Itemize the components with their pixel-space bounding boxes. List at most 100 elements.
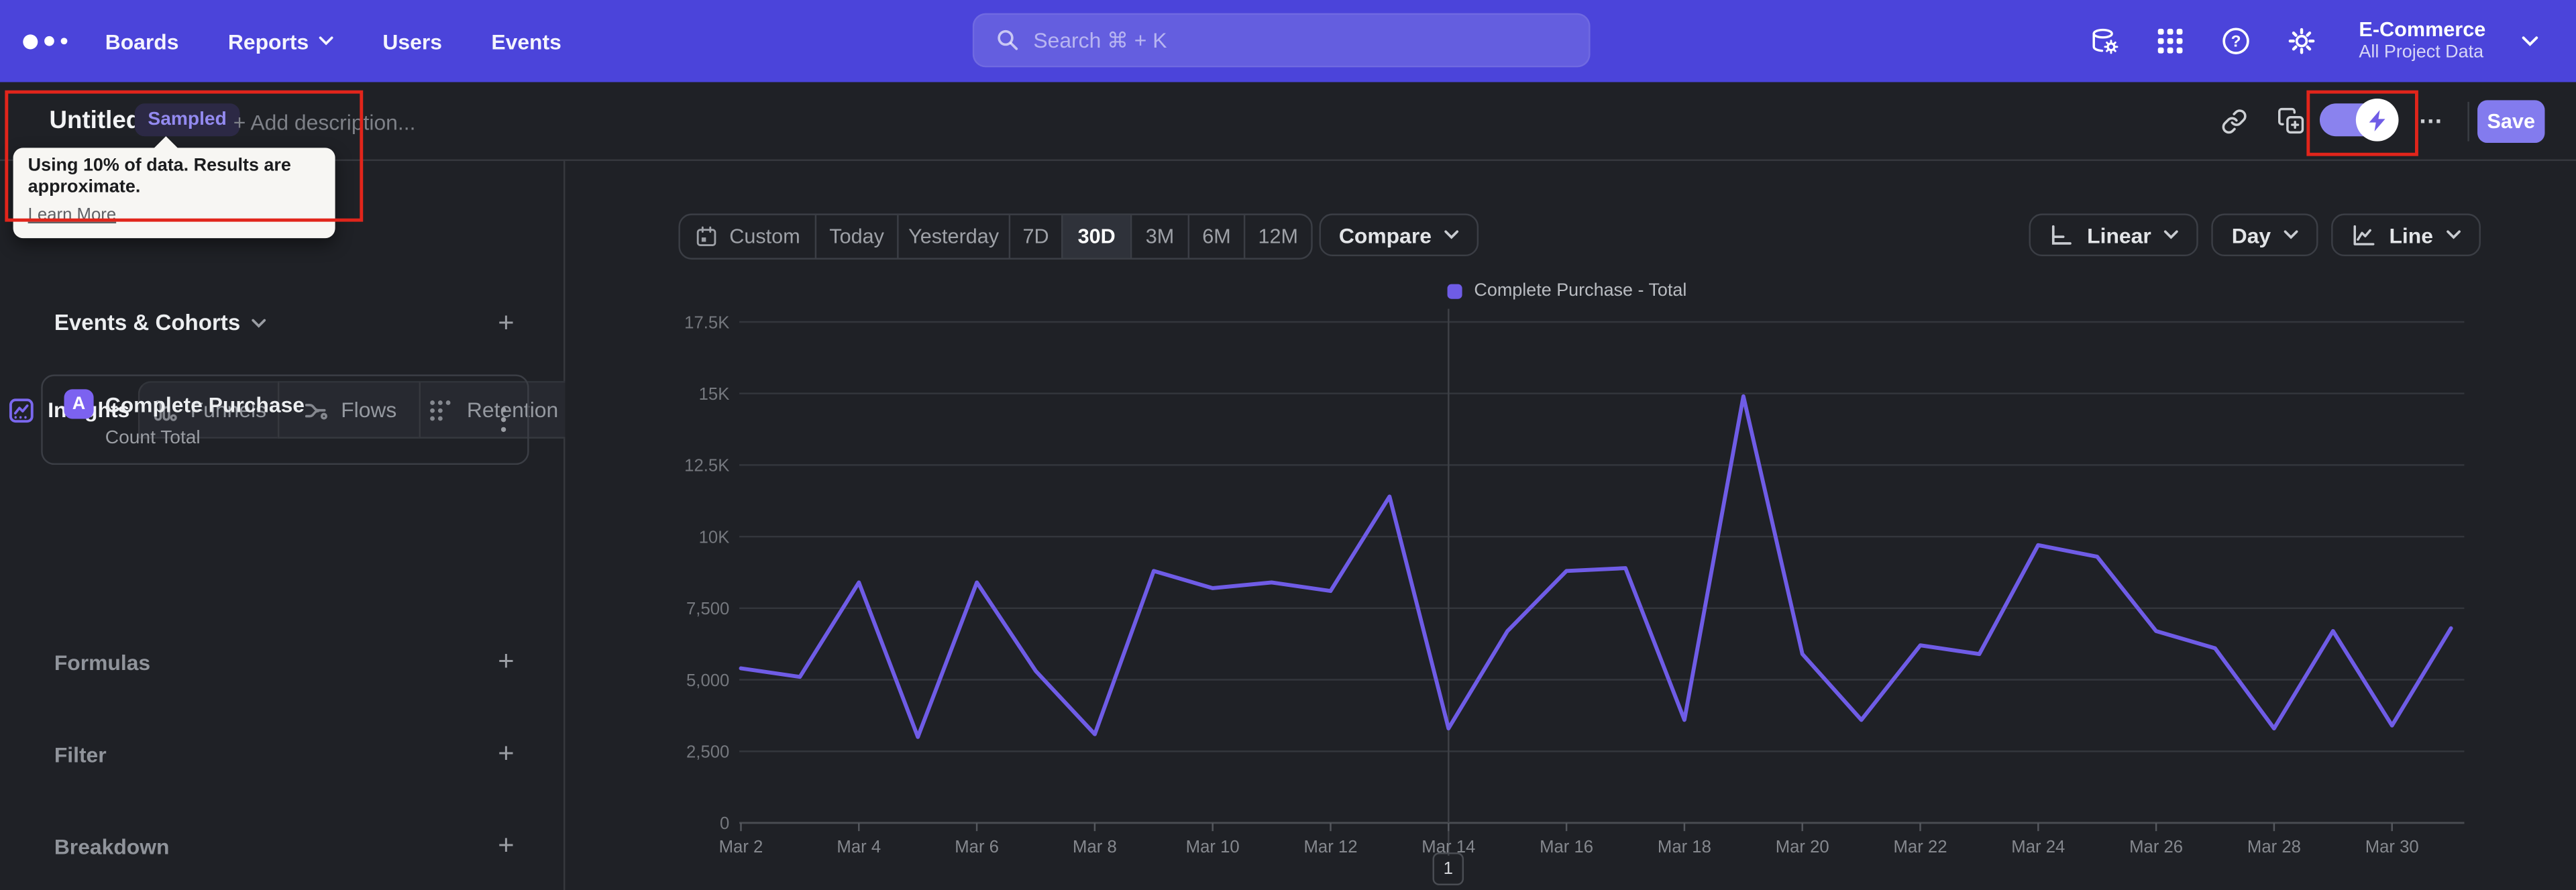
x-tick-label: Mar 12 <box>1304 838 1358 856</box>
range-custom[interactable]: Custom <box>680 215 815 258</box>
chevron-down-icon <box>252 318 266 328</box>
data-management-icon[interactable] <box>2090 26 2119 56</box>
range-6m[interactable]: 6M <box>1187 215 1244 258</box>
scale-dropdown[interactable]: Linear <box>2029 213 2199 257</box>
add-description-field[interactable]: + Add description... <box>233 110 416 135</box>
report-header: Untitled Sampled + Add description... … … <box>0 82 2576 162</box>
top-nav: Boards Reports Users Events Search ⌘ + K… <box>0 0 2576 82</box>
y-tick-label: 15K <box>699 385 730 404</box>
chevron-down-icon <box>2164 230 2179 240</box>
section-label: Filter <box>54 741 107 767</box>
search-input[interactable]: Search ⌘ + K <box>972 13 1591 68</box>
y-tick-label: 7,500 <box>686 600 729 618</box>
range-12m[interactable]: 12M <box>1243 215 1311 258</box>
share-link-icon[interactable] <box>2221 109 2247 135</box>
nav-item-boards[interactable]: Boards <box>105 29 179 54</box>
chevron-down-icon <box>2447 230 2461 240</box>
sampling-tooltip: Using 10% of data. Results are approxima… <box>13 148 335 239</box>
section-label: Formulas <box>54 649 151 675</box>
help-icon[interactable]: ? <box>2221 26 2251 56</box>
search-icon <box>996 28 1020 53</box>
x-tick-label: Mar 30 <box>2365 838 2419 856</box>
tooltip-text: Using 10% of data. Results are approxima… <box>28 156 291 197</box>
y-tick-label: 0 <box>720 814 729 833</box>
x-tick-label: Mar 22 <box>1894 838 1947 856</box>
range-30d[interactable]: 30D <box>1061 215 1130 258</box>
event-name[interactable]: Complete Purchase <box>105 392 305 417</box>
nav-item-events[interactable]: Events <box>491 29 561 54</box>
event-kebab-menu-icon[interactable] <box>500 407 506 412</box>
event-letter-badge: A <box>64 389 94 419</box>
legend-swatch <box>1448 283 1463 298</box>
section-breakdown: Breakdown + <box>54 831 515 860</box>
more-options-button[interactable]: … <box>2418 102 2445 130</box>
event-metric[interactable]: Count Total <box>105 429 201 448</box>
series-line <box>739 394 2453 739</box>
x-tick-label: Mar 4 <box>837 838 881 856</box>
range-7d[interactable]: 7D <box>1008 215 1061 258</box>
nav-menus: Boards Reports Users Events <box>105 0 561 82</box>
project-selector[interactable]: E-Commerce All Project Data <box>2359 19 2485 63</box>
x-tick-label: Mar 8 <box>1073 838 1117 856</box>
x-tick-label: Mar 2 <box>719 838 763 856</box>
calendar-icon <box>695 225 718 248</box>
compare-button[interactable]: Compare <box>1319 213 1479 257</box>
events-cohorts-header[interactable]: Events & Cohorts <box>54 311 267 335</box>
sampling-toggle[interactable] <box>2319 98 2399 142</box>
search-placeholder: Search ⌘ + K <box>1033 27 1167 52</box>
x-tick-label: Mar 10 <box>1186 838 1240 856</box>
chart-legend[interactable]: Complete Purchase - Total <box>657 281 2477 300</box>
chart-type-dropdown[interactable]: Line <box>2331 213 2481 257</box>
mixpanel-logo-icon[interactable] <box>23 0 68 82</box>
add-event-button[interactable]: + <box>498 308 514 336</box>
event-card[interactable]: A Complete Purchase Count Total <box>41 374 529 465</box>
y-tick-label: 17.5K <box>684 313 729 332</box>
project-chevron-down-icon[interactable] <box>2522 36 2538 47</box>
chart-area: Custom Today Yesterday 7D 30D 3M 6M 12M Compare… <box>565 160 2576 890</box>
legend-label: Complete Purchase - Total <box>1474 280 1687 301</box>
apps-grid-icon[interactable] <box>2155 26 2185 56</box>
app-window: Boards Reports Users Events Search ⌘ + K… <box>0 0 2576 890</box>
duplicate-icon[interactable] <box>2277 107 2305 135</box>
y-tick-label: 2,500 <box>686 743 729 762</box>
add-breakdown-button[interactable]: + <box>498 831 514 859</box>
settings-gear-icon[interactable] <box>2287 26 2316 56</box>
x-tick-label: Mar 6 <box>955 838 999 856</box>
x-tick-label: Mar 16 <box>1540 838 1593 856</box>
y-tick-label: 10K <box>699 528 730 547</box>
nav-item-users[interactable]: Users <box>382 29 442 54</box>
lightning-bolt-icon <box>2355 98 2399 142</box>
x-tick-label: Mar 20 <box>1776 838 1829 856</box>
query-builder-panel: Insights Funnels Flows Retention Events … <box>0 159 566 890</box>
section-filter: Filter + <box>54 739 515 769</box>
range-3m[interactable]: 3M <box>1130 215 1188 258</box>
chevron-down-icon <box>2284 230 2299 240</box>
chevron-down-icon <box>1445 230 1460 240</box>
chart-display-controls: Linear Day Line <box>2029 213 2481 257</box>
nav-item-reports[interactable]: Reports <box>228 29 333 54</box>
learn-more-link[interactable]: Learn More <box>28 205 117 225</box>
section-formulas: Formulas + <box>54 647 515 677</box>
add-filter-button[interactable]: + <box>498 739 514 767</box>
nav-right: ? E-Commerce All Project Data <box>2090 0 2538 82</box>
pagination-page-1[interactable]: 1 <box>1432 852 1464 886</box>
line-chart-icon <box>2351 223 2376 247</box>
report-title[interactable]: Untitled <box>49 107 141 135</box>
y-tick-label: 12.5K <box>684 457 729 476</box>
range-yesterday[interactable]: Yesterday <box>897 215 1009 258</box>
save-button[interactable]: Save <box>2477 100 2545 144</box>
project-scope: All Project Data <box>2359 42 2484 62</box>
x-tick-label: Mar 26 <box>2129 838 2183 856</box>
range-today[interactable]: Today <box>814 215 897 258</box>
project-name: E-Commerce <box>2359 19 2486 42</box>
header-divider <box>2467 101 2469 142</box>
add-formulas-button[interactable]: + <box>498 647 514 675</box>
chevron-down-icon <box>319 36 333 46</box>
y-tick-label: 5,000 <box>686 671 729 690</box>
sampled-badge[interactable]: Sampled <box>134 103 240 137</box>
x-tick-label: Mar 18 <box>1658 838 1711 856</box>
svg-text:?: ? <box>2231 33 2241 51</box>
line-chart[interactable]: 0 2,500 5,000 7,500 10K 12.5K 15K 17.5K Mar 2 Mar… <box>657 309 2477 883</box>
interval-dropdown[interactable]: Day <box>2212 213 2319 257</box>
linear-axes-icon <box>2049 223 2074 247</box>
